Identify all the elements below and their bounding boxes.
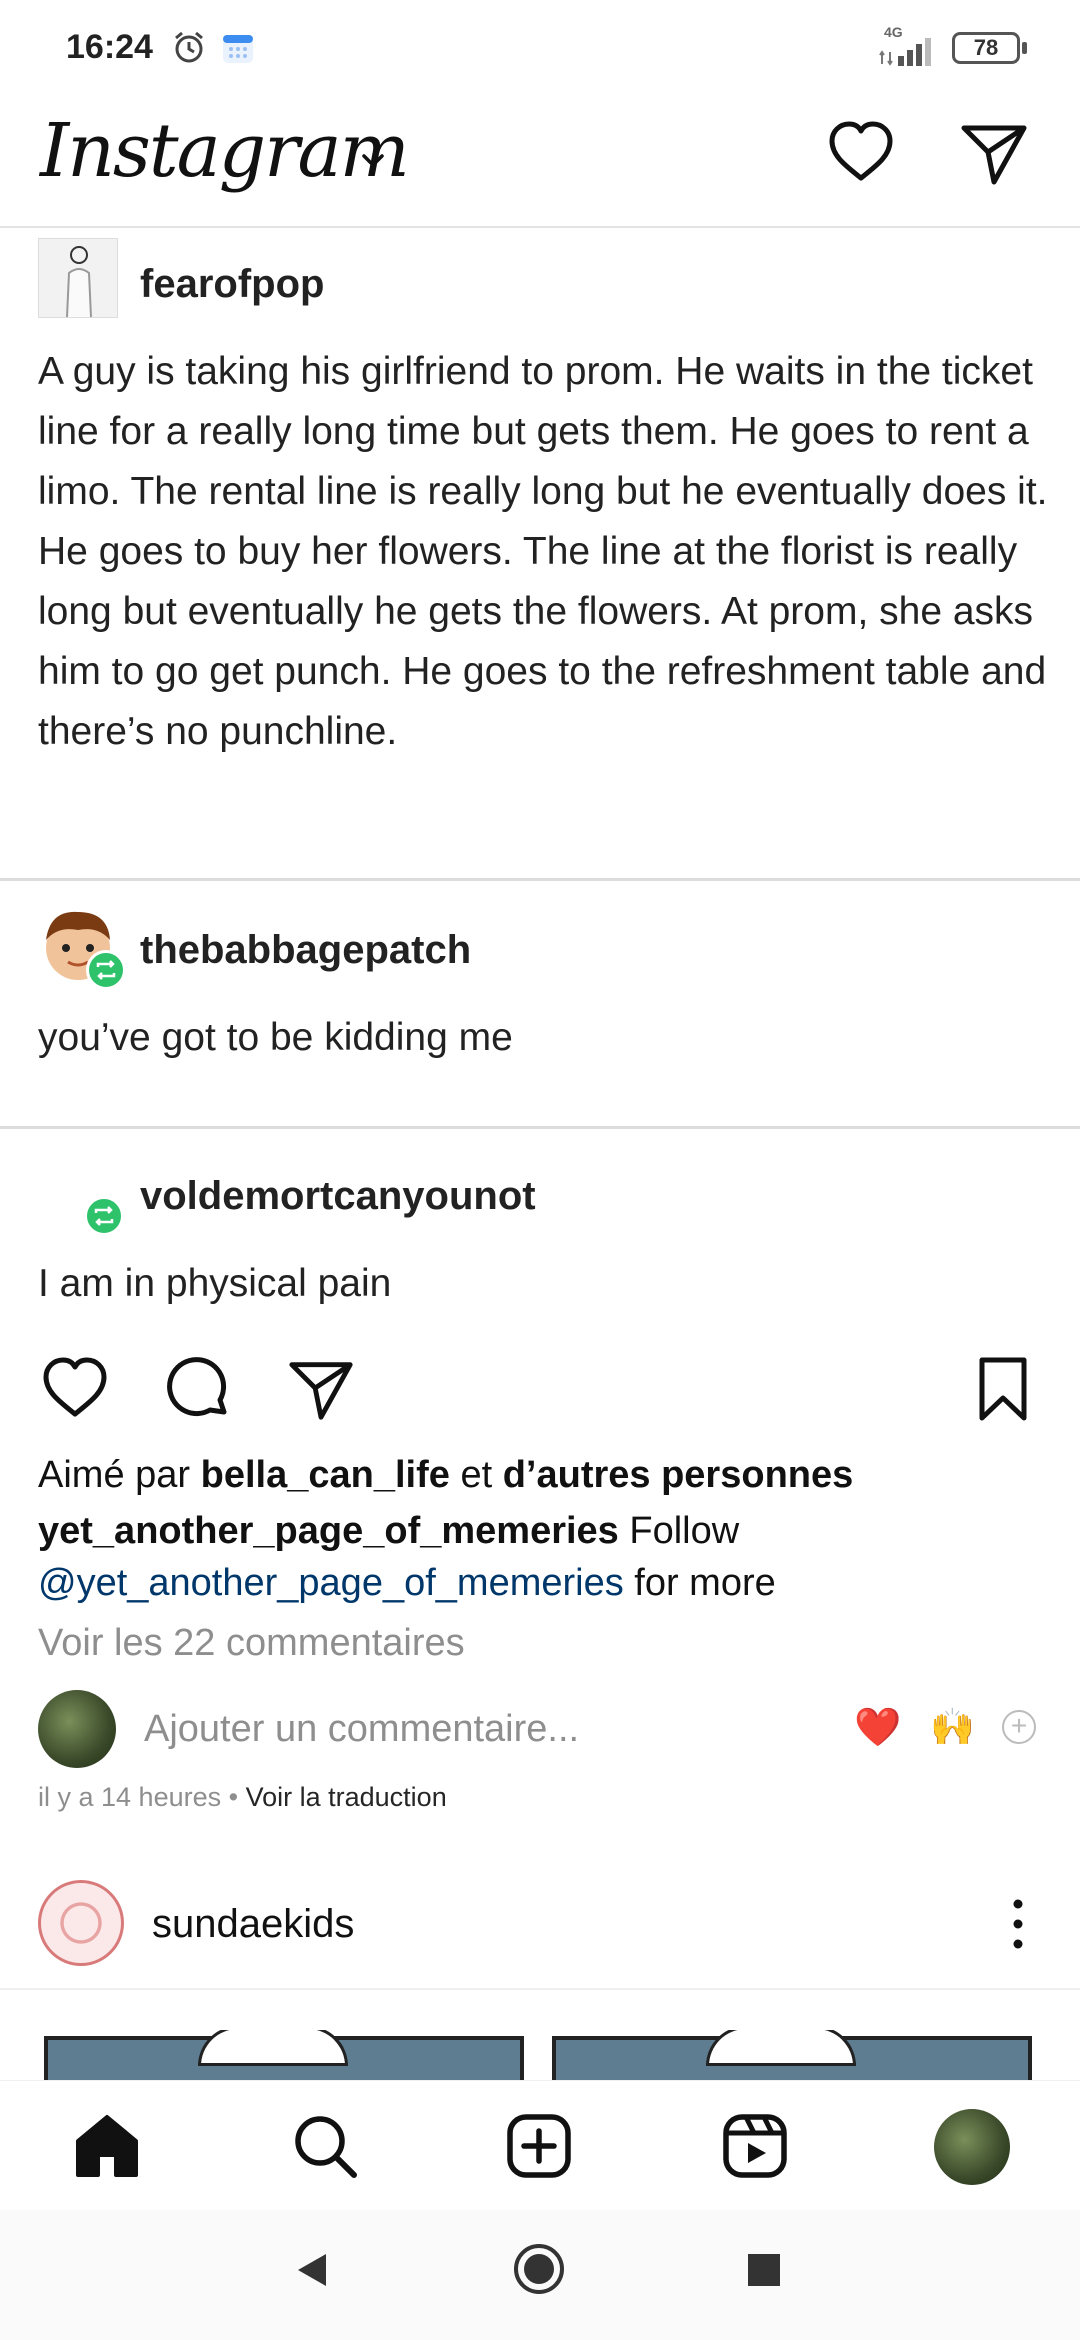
quick-reaction-raised-hands[interactable]: 🙌: [930, 1706, 975, 1748]
bottom-navigation: [0, 2080, 1080, 2210]
system-navigation: [0, 2210, 1080, 2340]
tumblr-post-text: you’ve got to be kidding me: [38, 1016, 513, 1059]
next-post-media[interactable]: [0, 2030, 1080, 2080]
tumblr-post-text: I am in physical pain: [38, 1262, 392, 1305]
status-time: 16:24: [66, 28, 153, 66]
likes-others-link[interactable]: d’autres personnes: [503, 1454, 854, 1496]
create-post-icon[interactable]: [504, 2111, 574, 2181]
person-icon: [66, 246, 92, 318]
speech-bubble: [198, 2030, 348, 2066]
profile-avatar[interactable]: [934, 2109, 1010, 2185]
likes-joiner: et: [460, 1454, 493, 1496]
divider: [0, 1126, 1080, 1129]
instagram-logo[interactable]: Instagram: [40, 108, 410, 194]
recents-icon[interactable]: [746, 2252, 782, 2288]
likes-prefix: Aimé par: [38, 1454, 191, 1496]
signal-icon: [879, 38, 931, 66]
caption: yet_another_page_of_memeries Follow: [38, 1510, 739, 1553]
like-heart-icon[interactable]: [40, 1354, 110, 1424]
home-circle-icon[interactable]: [512, 2242, 566, 2296]
add-reaction-icon[interactable]: +: [1002, 1710, 1036, 1744]
tumblr-post-text: A guy is taking his girlfriend to prom. …: [38, 350, 1048, 753]
see-translation-link[interactable]: Voir la traduction: [246, 1782, 447, 1812]
alarm-icon: [175, 31, 203, 63]
heart-icon[interactable]: [826, 118, 896, 188]
back-icon[interactable]: [292, 2250, 332, 2290]
caption-text: Follow: [629, 1510, 740, 1552]
divider: [0, 878, 1080, 881]
add-comment-row: Ajouter un commentaire... ❤️ 🙌 +: [0, 1690, 1080, 1770]
post-timestamp-row: il y a 14 heures • Voir la traduction: [38, 1782, 447, 1813]
reblog-icon: [86, 950, 126, 990]
comic-panel: [552, 2030, 1032, 2080]
comic-panel: [44, 2030, 524, 2080]
bookmark-icon[interactable]: [968, 1354, 1038, 1424]
calendar-icon: [223, 35, 253, 63]
search-icon[interactable]: [290, 2111, 360, 2181]
caption-username-link[interactable]: yet_another_page_of_memeries: [38, 1510, 619, 1552]
tumblr-username: fearofpop: [140, 262, 325, 306]
reblog-icon: [84, 1196, 124, 1236]
status-bar: 16:24 4G 78: [0, 0, 1080, 100]
tumblr-username: thebabbagepatch: [140, 928, 472, 972]
comment-input[interactable]: Ajouter un commentaire...: [144, 1708, 579, 1751]
separator: •: [228, 1782, 239, 1812]
comment-icon[interactable]: [164, 1354, 234, 1424]
speech-bubble: [706, 2030, 856, 2066]
post-actions: [0, 1348, 1080, 1438]
direct-send-icon[interactable]: [958, 118, 1030, 188]
avatar: [38, 238, 118, 318]
liked-by-user-link[interactable]: bella_can_life: [201, 1454, 450, 1496]
view-comments-link[interactable]: Voir les 22 commentaires: [38, 1622, 465, 1665]
avatar[interactable]: [38, 1880, 124, 1966]
caption-line-2: @yet_another_page_of_memeries for more: [38, 1562, 776, 1605]
more-options-icon[interactable]: [1008, 1894, 1028, 1954]
battery-indicator: 78: [952, 32, 1027, 64]
chevron-down-icon[interactable]: [356, 144, 390, 178]
post-time: il y a 14 heures: [38, 1782, 222, 1812]
tumblr-username: voldemortcanyounot: [140, 1174, 536, 1218]
reels-icon[interactable]: [720, 2111, 790, 2181]
caption-mention-link[interactable]: @yet_another_page_of_memeries: [38, 1562, 624, 1604]
likes-summary: Aimé par bella_can_life et d’autres pers…: [38, 1454, 853, 1497]
post-username[interactable]: sundaekids: [152, 1902, 354, 1947]
quick-reaction-heart[interactable]: ❤️: [854, 1706, 901, 1750]
app-header: Instagram: [0, 100, 1080, 228]
caption-suffix: for more: [634, 1562, 776, 1604]
avatar[interactable]: [38, 1690, 116, 1768]
home-icon[interactable]: [72, 2111, 142, 2181]
share-send-icon[interactable]: [286, 1354, 356, 1424]
next-post-header: sundaekids: [0, 1870, 1080, 1990]
